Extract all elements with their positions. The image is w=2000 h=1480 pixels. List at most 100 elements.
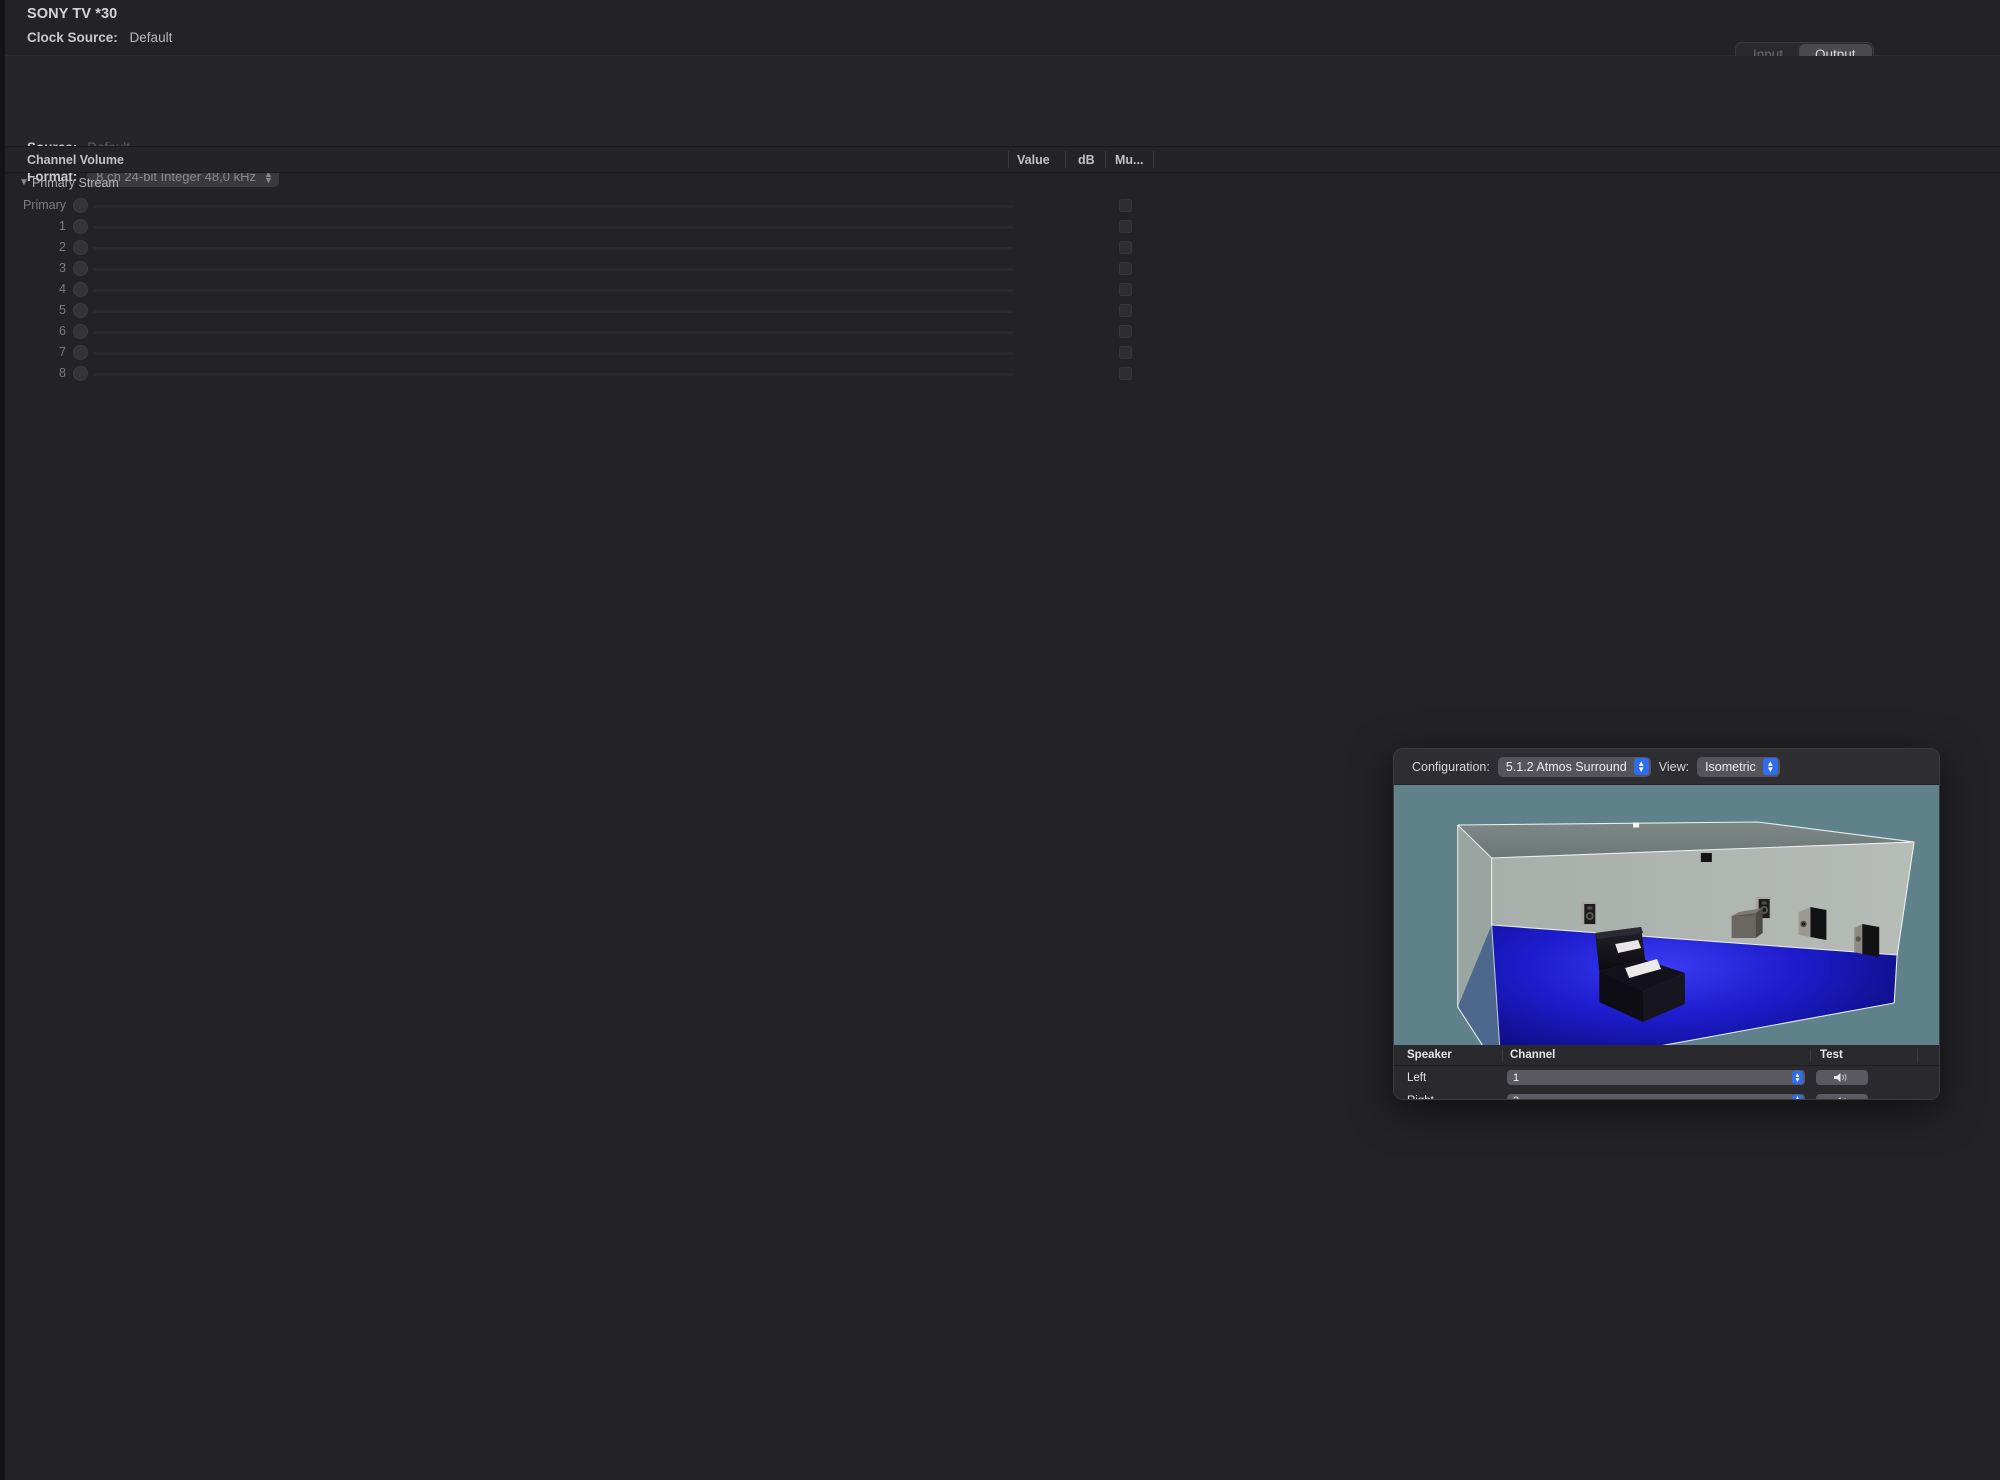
column-separator <box>1153 151 1154 168</box>
channel-popup-button[interactable]: 1 ▲▼ <box>1507 1070 1805 1085</box>
volume-slider-knob[interactable] <box>73 261 88 276</box>
mute-checkbox[interactable] <box>1119 283 1132 296</box>
chevron-up-down-icon: ▲▼ <box>1763 758 1778 775</box>
volume-slider-track[interactable] <box>93 289 1013 292</box>
channel-volume-table-header: Channel Volume Value dB Mu... <box>5 147 2000 172</box>
mute-checkbox[interactable] <box>1119 304 1132 317</box>
audio-device-pane: SONY TV *30 Clock Source: Default Input … <box>5 0 2000 1480</box>
device-header: SONY TV *30 Clock Source: Default <box>5 0 2000 55</box>
mute-checkbox[interactable] <box>1119 241 1132 254</box>
column-header-mute[interactable]: Mu... <box>1115 153 1143 167</box>
clock-source-label: Clock Source: <box>27 30 118 45</box>
column-header-db[interactable]: dB <box>1078 153 1095 167</box>
mute-checkbox[interactable] <box>1119 220 1132 233</box>
left-top-middle-speaker <box>1633 823 1639 828</box>
column-header-speaker: Speaker <box>1394 1049 1502 1061</box>
channel-name: 6 <box>0 324 66 338</box>
speaker-table-header: Speaker Channel Test <box>1394 1045 1939 1066</box>
configuration-label: Configuration: <box>1412 760 1490 774</box>
configuration-popup-button[interactable]: 5.1.2 Atmos Surround ▲▼ <box>1498 757 1651 777</box>
table-row[interactable]: Right 2 ▲▼ <box>1394 1090 1939 1101</box>
column-separator <box>1008 151 1009 168</box>
test-cell[interactable] <box>1810 1094 1939 1100</box>
volume-slider-track[interactable] <box>93 331 1013 334</box>
speaker-name: Right <box>1394 1095 1502 1100</box>
volume-slider-knob[interactable] <box>73 198 88 213</box>
chevron-down-icon[interactable]: ▼ <box>19 178 29 188</box>
table-row[interactable]: Left 1 ▲▼ <box>1394 1066 1939 1090</box>
column-separator <box>1065 151 1066 168</box>
table-row[interactable]: 3 <box>5 258 2000 279</box>
column-header-channel: Channel <box>1502 1049 1810 1061</box>
channel-name: 3 <box>0 261 66 275</box>
primary-stream-group-row[interactable]: ▼ Primary Stream <box>5 173 2000 195</box>
clock-source-value[interactable]: Default <box>130 30 173 45</box>
mute-checkbox[interactable] <box>1119 346 1132 359</box>
column-separator <box>1105 151 1106 168</box>
volume-slider-track[interactable] <box>93 310 1013 313</box>
surround-speaker <box>1854 924 1879 957</box>
view-popup-button[interactable]: Isometric ▲▼ <box>1697 757 1780 777</box>
volume-slider-track[interactable] <box>93 352 1013 355</box>
channel-cell[interactable]: 1 ▲▼ <box>1502 1070 1810 1085</box>
mute-checkbox[interactable] <box>1119 199 1132 212</box>
channel-name: 1 <box>0 219 66 233</box>
device-title: SONY TV *30 <box>27 6 117 22</box>
table-row[interactable]: 4 <box>5 279 2000 300</box>
speaker-dialog-toolbar: Configuration: 5.1.2 Atmos Surround ▲▼ V… <box>1394 749 1939 785</box>
column-header-spacer <box>1917 1048 1939 1063</box>
chevron-up-down-icon: ▲▼ <box>1634 758 1649 775</box>
table-row[interactable]: Primary <box>5 195 2000 216</box>
channel-cell[interactable]: 2 ▲▼ <box>1502 1094 1810 1100</box>
table-row[interactable]: 1 <box>5 216 2000 237</box>
test-cell[interactable] <box>1810 1070 1939 1085</box>
table-row[interactable]: 2 <box>5 237 2000 258</box>
table-row[interactable]: 8 <box>5 363 2000 384</box>
table-row[interactable]: 6 <box>5 321 2000 342</box>
speaker-wave-icon <box>1833 1096 1851 1100</box>
channel-name: 2 <box>0 240 66 254</box>
channel-volume-title: Channel Volume <box>27 153 124 167</box>
volume-slider-track[interactable] <box>93 226 1013 229</box>
volume-slider-knob[interactable] <box>73 324 88 339</box>
volume-slider-knob[interactable] <box>73 366 88 381</box>
configuration-popup-value: 5.1.2 Atmos Surround <box>1506 760 1627 774</box>
volume-slider-knob[interactable] <box>73 282 88 297</box>
speaker-name: Left <box>1394 1072 1502 1084</box>
view-popup-value: Isometric <box>1705 760 1756 774</box>
room-3d-scene <box>1394 785 1939 1045</box>
channel-name: Primary <box>0 198 66 212</box>
column-header-test: Test <box>1810 1049 1917 1061</box>
centre-speaker <box>1799 907 1827 940</box>
mute-checkbox[interactable] <box>1119 325 1132 338</box>
mute-checkbox[interactable] <box>1119 262 1132 275</box>
channel-popup-value: 2 <box>1513 1095 1519 1100</box>
volume-slider-track[interactable] <box>93 205 1013 208</box>
channel-name: 4 <box>0 282 66 296</box>
table-row[interactable]: 5 <box>5 300 2000 321</box>
channel-name: 7 <box>0 345 66 359</box>
channel-popup-value: 1 <box>1513 1072 1519 1084</box>
channel-name: 5 <box>0 303 66 317</box>
room-3d-viewport[interactable] <box>1394 785 1939 1045</box>
chevron-up-down-icon: ▲▼ <box>1792 1071 1803 1084</box>
volume-slider-track[interactable] <box>93 268 1013 271</box>
volume-slider-knob[interactable] <box>73 240 88 255</box>
column-header-value[interactable]: Value <box>1017 153 1050 167</box>
channel-popup-button[interactable]: 2 ▲▼ <box>1507 1094 1805 1100</box>
test-speaker-button[interactable] <box>1816 1070 1868 1085</box>
volume-slider-track[interactable] <box>93 247 1013 250</box>
right-top-middle-speaker <box>1701 853 1712 862</box>
volume-slider-knob[interactable] <box>73 345 88 360</box>
test-speaker-button[interactable] <box>1816 1094 1868 1100</box>
stream-settings-block: Source: Default Format: 8 ch 24-bit Inte… <box>5 56 2000 146</box>
table-row[interactable]: 7 <box>5 342 2000 363</box>
volume-slider-knob[interactable] <box>73 219 88 234</box>
mute-checkbox[interactable] <box>1119 367 1132 380</box>
chevron-up-down-icon: ▲▼ <box>1792 1095 1803 1100</box>
volume-slider-knob[interactable] <box>73 303 88 318</box>
speaker-wave-icon <box>1833 1072 1851 1083</box>
clock-source-row: Clock Source: Default <box>27 30 172 45</box>
volume-slider-track[interactable] <box>93 373 1013 376</box>
channel-name: 8 <box>0 366 66 380</box>
